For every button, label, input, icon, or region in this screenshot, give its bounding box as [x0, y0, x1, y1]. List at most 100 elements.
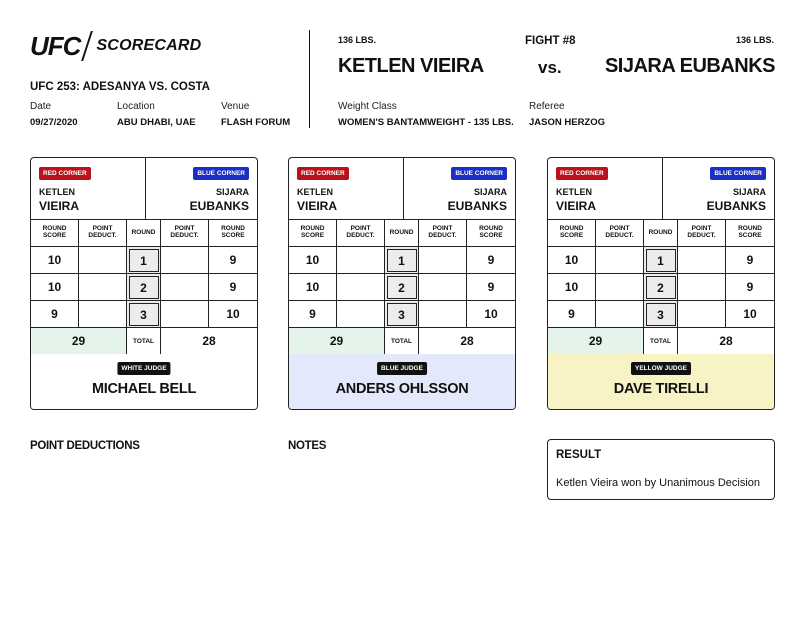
- round-number: 2: [645, 275, 676, 299]
- round-score-header: ROUND SCORE: [31, 220, 79, 246]
- red-point-deduction: [337, 274, 385, 300]
- judge-badge: YELLOW JUDGE: [630, 362, 692, 375]
- round-number: 3: [128, 302, 159, 326]
- ufc-logo: UFC SCORECARD: [30, 31, 201, 61]
- vs-label: vs.: [538, 58, 562, 77]
- blue-total: 28: [460, 334, 474, 348]
- red-last-name: VIEIRA: [297, 199, 338, 213]
- card-fighters: RED CORNER BLUE CORNER KETLEN VIEIRA SIJ…: [289, 158, 515, 220]
- red-fighter-name: KETLEN VIEIRA: [338, 55, 484, 77]
- round-number: 1: [386, 248, 417, 272]
- round-row: 10 2 9: [548, 274, 774, 301]
- blue-last-name: EUBANKS: [189, 199, 249, 213]
- red-last-name: VIEIRA: [39, 199, 80, 213]
- corner-divider: [403, 158, 404, 220]
- red-round-score: 9: [548, 301, 596, 327]
- weight-class-label: Weight Class: [338, 101, 397, 112]
- red-round-score: 10: [289, 247, 337, 273]
- round-row: 9 3 10: [31, 301, 257, 328]
- blue-round-score: 10: [484, 307, 498, 321]
- total-row: 29 TOTAL 28: [289, 328, 515, 355]
- judge-scorecard: RED CORNER BLUE CORNER KETLEN VIEIRA SIJ…: [288, 157, 516, 410]
- red-total: 29: [548, 328, 644, 354]
- point-deduct-header: POINT DEDUCT.: [419, 220, 467, 246]
- round-score-header: ROUND SCORE: [479, 225, 503, 239]
- round-number: 1: [645, 248, 676, 272]
- total-label: TOTAL: [385, 328, 419, 354]
- red-round-score: 10: [289, 274, 337, 300]
- red-fighter-weight: 136 LBS.: [338, 35, 377, 45]
- score-header-row: ROUND SCORE POINT DEDUCT. ROUND POINT DE…: [31, 220, 257, 247]
- round-number: 3: [645, 302, 676, 326]
- judge-box: WHITE JUDGE MICHAEL BELL: [31, 354, 257, 409]
- score-header-row: ROUND SCORE POINT DEDUCT. ROUND POINT DE…: [548, 220, 774, 247]
- point-deduct-header: POINT DEDUCT.: [678, 220, 726, 246]
- blue-last-name: EUBANKS: [447, 199, 507, 213]
- red-total: 29: [289, 328, 385, 354]
- total-label: TOTAL: [127, 328, 161, 354]
- total-row: 29 TOTAL 28: [31, 328, 257, 355]
- blue-point-deduction: [161, 301, 209, 327]
- total-row: 29 TOTAL 28: [548, 328, 774, 355]
- red-point-deduction: [79, 247, 127, 273]
- blue-total: 28: [202, 334, 216, 348]
- red-point-deduction: [596, 247, 644, 273]
- judge-name: DAVE TIRELLI: [613, 381, 709, 397]
- blue-round-score: 9: [229, 280, 237, 294]
- judge-scorecard: RED CORNER BLUE CORNER KETLEN VIEIRA SIJ…: [547, 157, 775, 410]
- location-value: ABU DHABI, UAE: [117, 117, 196, 128]
- point-deduct-header: POINT DEDUCT.: [79, 220, 127, 246]
- result-text: Ketlen Vieira won by Unanimous Decision: [556, 477, 761, 489]
- round-number: 2: [128, 275, 159, 299]
- blue-corner-badge: BLUE CORNER: [451, 167, 507, 180]
- red-point-deduction: [337, 301, 385, 327]
- judge-scorecard: RED CORNER BLUE CORNER KETLEN VIEIRA SIJ…: [30, 157, 258, 410]
- notes-heading: NOTES: [288, 440, 327, 452]
- blue-round-score: 9: [487, 280, 495, 294]
- judge-badge: WHITE JUDGE: [117, 362, 171, 375]
- blue-point-deduction: [678, 301, 726, 327]
- point-deductions-heading: POINT DEDUCTIONS: [30, 440, 140, 452]
- date-value: 09/27/2020: [30, 117, 78, 128]
- red-round-score: 9: [289, 301, 337, 327]
- score-header-row: ROUND SCORE POINT DEDUCT. ROUND POINT DE…: [289, 220, 515, 247]
- blue-point-deduction: [161, 274, 209, 300]
- red-round-score: 9: [31, 301, 79, 327]
- referee-value: JASON HERZOG: [529, 117, 606, 128]
- venue-value: FLASH FORUM: [221, 117, 291, 128]
- round-number: 3: [386, 302, 417, 326]
- red-point-deduction: [596, 274, 644, 300]
- blue-total: 28: [719, 334, 733, 348]
- corner-divider: [662, 158, 663, 220]
- red-corner-badge: RED CORNER: [556, 167, 608, 180]
- blue-round-score: 10: [743, 307, 757, 321]
- judge-box: YELLOW JUDGE DAVE TIRELLI: [548, 354, 774, 409]
- date-label: Date: [30, 101, 52, 112]
- red-first-name: KETLEN: [39, 187, 75, 197]
- score-grid: ROUND SCORE POINT DEDUCT. ROUND POINT DE…: [31, 220, 257, 355]
- blue-corner-badge: BLUE CORNER: [193, 167, 249, 180]
- round-score-header: ROUND SCORE: [738, 225, 762, 239]
- round-number: 2: [386, 275, 417, 299]
- round-header: ROUND: [385, 220, 419, 246]
- red-point-deduction: [79, 274, 127, 300]
- round-header: ROUND: [127, 220, 161, 246]
- card-fighters: RED CORNER BLUE CORNER KETLEN VIEIRA SIJ…: [31, 158, 257, 220]
- blue-point-deduction: [419, 247, 467, 273]
- round-row: 10 1 9: [31, 247, 257, 274]
- total-label: TOTAL: [644, 328, 678, 354]
- judge-name: ANDERS OHLSSON: [335, 381, 469, 397]
- round-score-header: ROUND SCORE: [548, 220, 596, 246]
- round-row: 9 3 10: [548, 301, 774, 328]
- round-row: 10 2 9: [289, 274, 515, 301]
- point-deduct-header: POINT DEDUCT.: [596, 220, 644, 246]
- blue-round-score: 9: [746, 253, 754, 267]
- blue-point-deduction: [678, 274, 726, 300]
- round-row: 10 1 9: [548, 247, 774, 274]
- red-last-name: VIEIRA: [556, 199, 597, 213]
- point-deduct-header: POINT DEDUCT.: [161, 220, 209, 246]
- round-number: 1: [128, 248, 159, 272]
- round-header: ROUND: [644, 220, 678, 246]
- event-title: UFC 253: ADESANYA VS. COSTA: [30, 81, 210, 93]
- blue-first-name: SIJARA: [732, 187, 766, 197]
